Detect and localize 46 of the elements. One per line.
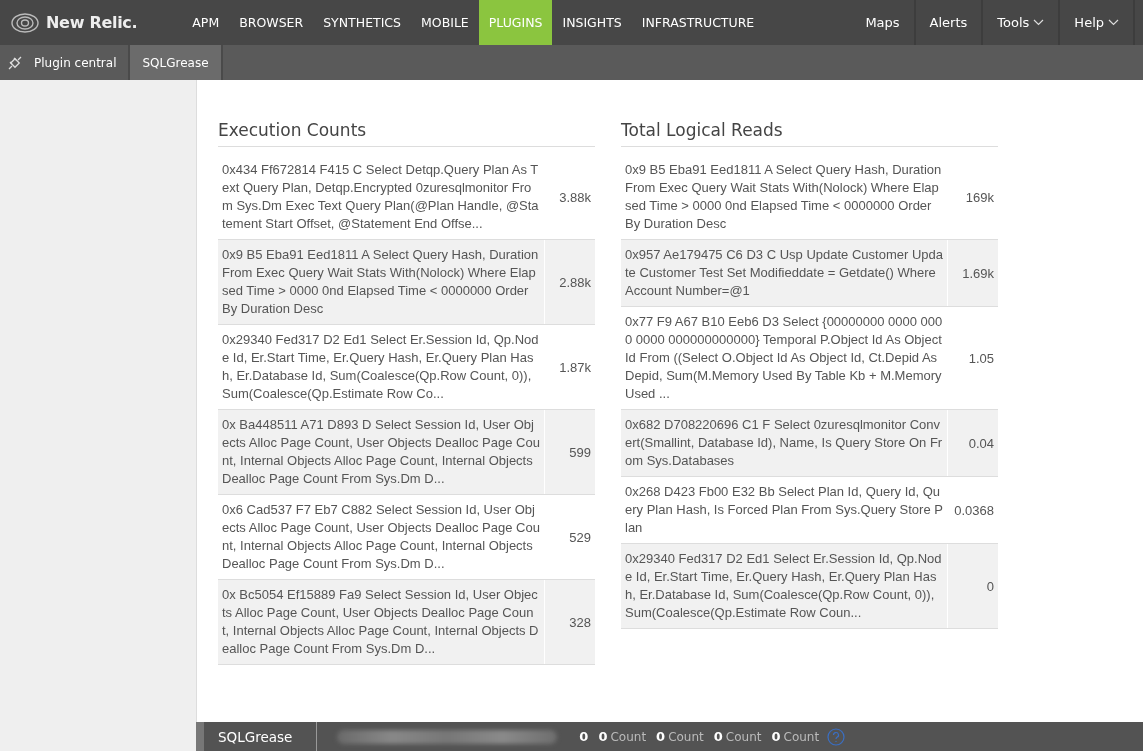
panel-title: Total Logical Reads bbox=[621, 120, 998, 147]
nav-tab[interactable]: MOBILE bbox=[411, 0, 479, 45]
metric-value: 0.04 bbox=[967, 434, 995, 453]
query-text: 0x682 D708220696 C1 F Select 0zuresqlmonitor Convert(Smallint, Database Id), Name, Is Query Store On From Sys.Databases bbox=[621, 410, 948, 476]
help-icon[interactable] bbox=[827, 727, 846, 746]
metric-value: 3.88k bbox=[558, 188, 592, 207]
nav-tab[interactable]: SYNTHETICS bbox=[313, 0, 411, 45]
query-text: 0x434 Ff672814 F415 C Select Detqp.Query Plan As Text Query Plan, Detqp.Encrypted 0zuresqlmonitor From Sys.Dm Exec Text Query Plan(@Plan Handle, @Statement Start Offset, @Statement End Offse... bbox=[218, 155, 545, 239]
nav-tab[interactable]: APM bbox=[182, 0, 230, 45]
metric-count: 0 Count bbox=[598, 729, 647, 744]
query-text: 0x77 F9 A67 B10 Eeb6 D3 Select {00000000 0000 0000 0000 000000000000} Temporal P.Object Id As Object Id From ((Select O.Object Id As Object Id, Ct.Depid As Depid, Sum(M.Memory Used By Table Kb + M.Memory Used ... bbox=[621, 307, 948, 409]
metric-value: 599 bbox=[568, 443, 592, 462]
metric-count: 0 Count bbox=[713, 729, 762, 744]
query-text: 0x29340 Fed317 D2 Ed1 Select Er.Session Id, Qp.Node Id, Er.Start Time, Er.Query Hash, Er.Query Plan Hash, Er.Database Id, Sum(Coalesce(Qp.Row Count, 0)), Sum(Coalesce(Qp.Estimate Row Co... bbox=[218, 325, 545, 409]
panel-title: Execution Counts bbox=[218, 120, 595, 147]
nav-tab[interactable]: INFRASTRUCTURE bbox=[631, 0, 765, 45]
metric-count: 0 Count bbox=[771, 729, 820, 744]
metric-value: 1.05 bbox=[967, 349, 995, 368]
chevron-down-icon bbox=[1033, 19, 1045, 26]
metric-value: 2.88k bbox=[558, 273, 592, 292]
logo-icon bbox=[10, 11, 40, 34]
metric-value: 169k bbox=[964, 188, 995, 207]
metric-value: 1.87k bbox=[558, 358, 592, 377]
query-text: 0x Bc5054 Ef15889 Fa9 Select Session Id, User Objects Alloc Page Count, User Objects Dealloc Page Count, Internal Objects Alloc Page Count, Internal Objects Dealloc Page Count From Sys.Dm D... bbox=[218, 580, 545, 664]
metric-value: 529 bbox=[568, 528, 592, 547]
metric-value: 0 bbox=[579, 729, 589, 744]
metric-value: 328 bbox=[568, 613, 592, 632]
nav-menu-item[interactable]: Maps bbox=[851, 0, 914, 45]
metric-value: 0.0368 bbox=[953, 501, 995, 520]
query-text: 0x29340 Fed317 D2 Ed1 Select Er.Session Id, Qp.Node Id, Er.Start Time, Er.Query Hash, Er.Query Plan Hash, Er.Database Id, Sum(Coalesce(Qp.Row Count, 0)), Sum(Coalesce(Qp.Estimate Row Coun... bbox=[621, 544, 948, 628]
logo-text: New Relic. bbox=[46, 13, 138, 32]
metric-value: 0 bbox=[985, 577, 995, 596]
query-text: 0x6 Cad537 F7 Eb7 C882 Select Session Id, User Objects Alloc Page Count, User Objects Dealloc Page Count, Internal Objects Alloc Page Count, Internal Objects Dealloc Page Count From Sys.Dm D... bbox=[218, 495, 545, 579]
query-text: 0x957 Ae179475 C6 D3 C Usp Update Customer Update Customer Test Set Modifieddate = Getdate() Where Account Number=@1 bbox=[621, 240, 948, 306]
query-text: 0x Ba448511 A71 D893 D Select Session Id, User Objects Alloc Page Count, User Objects Dealloc Page Count, Internal Objects Alloc Page Count, Internal Objects Dealloc Page Count From Sys.Dm D... bbox=[218, 410, 545, 494]
metric-count: 0 Count bbox=[656, 729, 704, 744]
chevron-down-icon bbox=[1108, 19, 1119, 26]
breadcrumb-tab[interactable]: SQLGrease bbox=[130, 45, 223, 80]
metric-value: 1.69k bbox=[961, 264, 995, 283]
footer-title: SQLGrease bbox=[196, 722, 318, 751]
plug-icon bbox=[8, 55, 22, 70]
query-text: 0x9 B5 Eba91 Eed1811 A Select Query Hash, Duration From Exec Query Wait Stats With(Nolock) Where Elapsed Time > 0000 0nd Elapsed Time < 0000000 Order By Duration Desc bbox=[218, 240, 545, 324]
query-text: 0x268 D423 Fb00 E32 Bb Select Plan Id, Query Id, Query Plan Hash, Is Forced Plan From Sys.Query Store Plan bbox=[621, 477, 948, 543]
nav-tab[interactable]: BROWSER bbox=[229, 0, 314, 45]
query-text: 0x9 B5 Eba91 Eed1811 A Select Query Hash, Duration From Exec Query Wait Stats With(Nolock) Where Elapsed Time > 0000 0nd Elapsed Time < 0000000 Order By Duration Desc bbox=[621, 155, 948, 239]
nav-tab[interactable]: INSIGHTS bbox=[552, 0, 632, 45]
